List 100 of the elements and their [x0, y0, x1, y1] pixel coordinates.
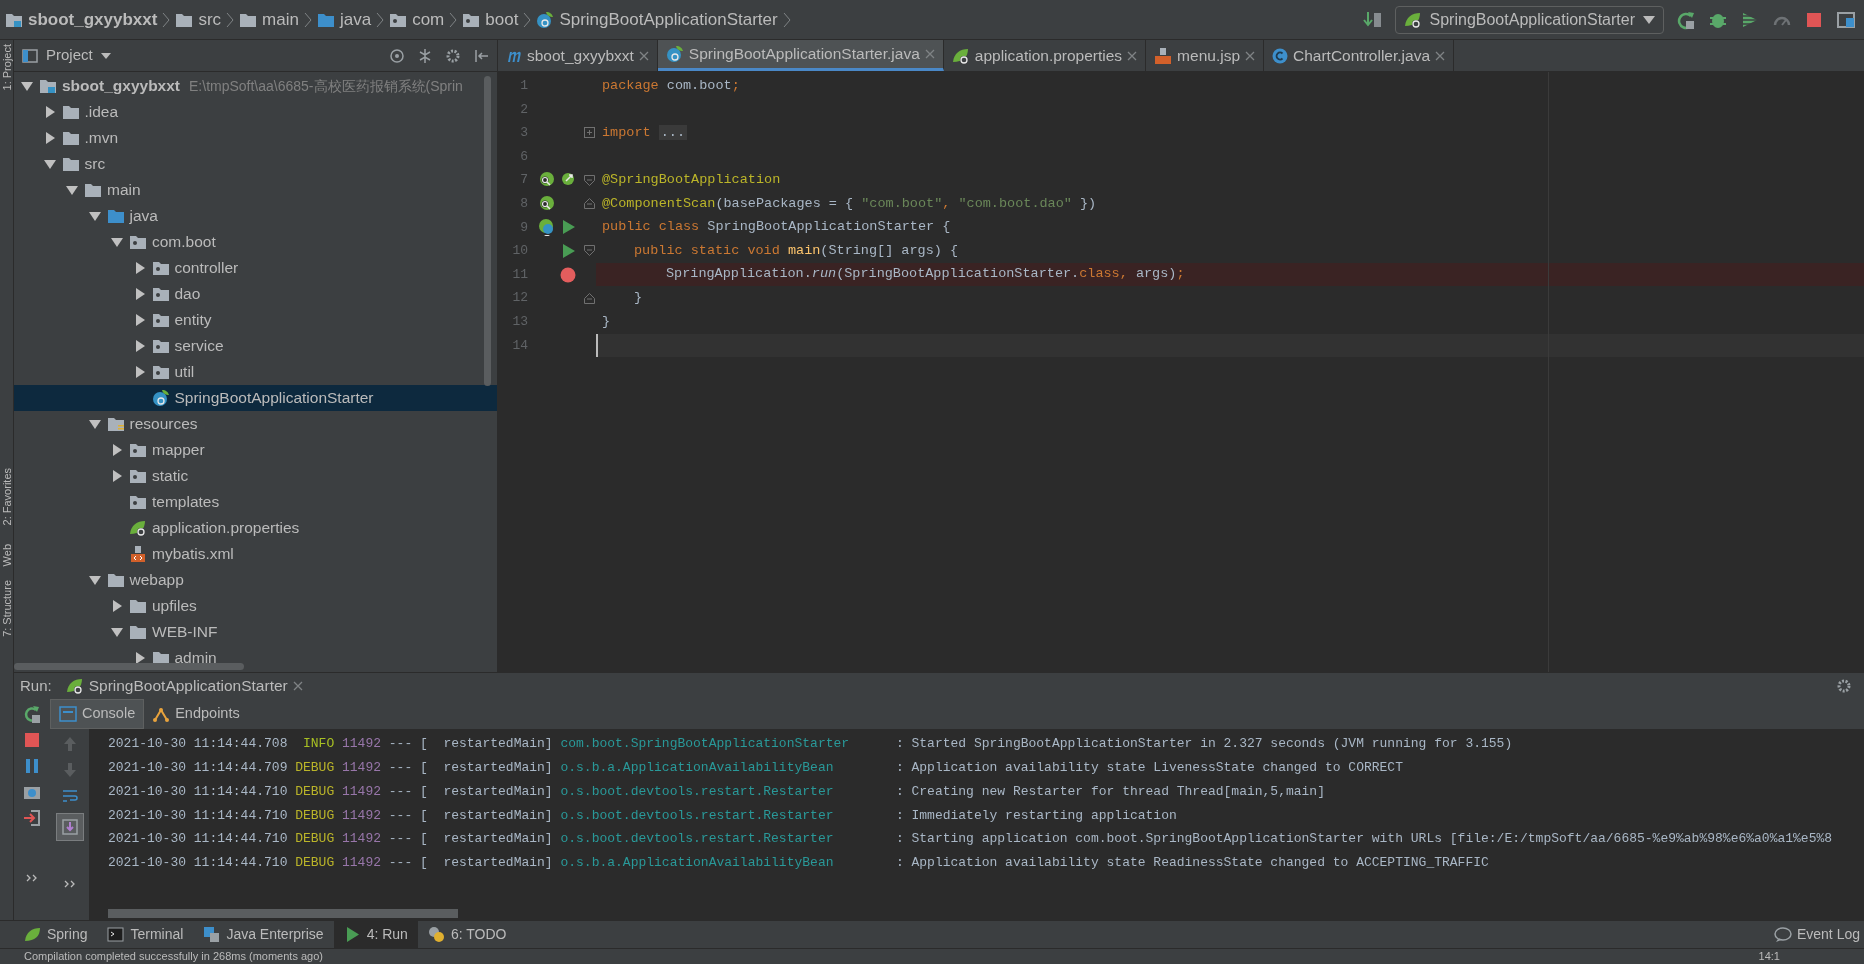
breadcrumb-item[interactable]: src [170, 6, 227, 33]
package-folder-icon [129, 234, 147, 250]
package-folder-icon [129, 468, 147, 484]
project-structure-button[interactable] [1836, 9, 1856, 30]
rerun-icon [1676, 9, 1696, 30]
tree-item[interactable]: mybatis.xml [14, 541, 497, 567]
spring-class-icon [536, 10, 555, 29]
tool-window-tab[interactable]: 2: Favorites [0, 468, 13, 526]
tree-item[interactable]: java [14, 203, 497, 229]
locate-button[interactable] [389, 47, 405, 64]
close-icon [924, 49, 935, 59]
tree-item[interactable]: mapper [14, 437, 497, 463]
exit-button[interactable] [23, 809, 41, 827]
tree-item[interactable]: upfiles [14, 593, 497, 619]
console-tab[interactable]: Endpoints [144, 699, 248, 729]
panel-icon [22, 47, 38, 64]
log-thread: [ restartedMain] [420, 735, 554, 754]
tree-item[interactable]: src [14, 151, 497, 177]
tree-item[interactable]: sboot_gxyybxxt E:\tmpSoft\aa\6685-高校医药报销系统(Sprin [14, 73, 497, 99]
tree-item[interactable]: resources [14, 411, 497, 437]
line-number: 9 [519, 218, 528, 237]
console-tab[interactable]: Console [50, 699, 145, 729]
breadcrumb-item[interactable]: sboot_gxyybxxt [0, 6, 163, 33]
jsp-file-icon [1154, 46, 1173, 65]
fold-end-icon [583, 198, 595, 210]
breadcrumb-item[interactable]: com [384, 6, 450, 33]
tool-window-button[interactable]: Spring [14, 921, 98, 948]
tree-item[interactable]: service [14, 333, 497, 359]
log-message: : Starting application com.boot.SpringBootApplicationStarter with URLs [file:/E:/tmpSoft/aa/6685-%e9%ab%98%e6%a0%a1%e5%8 [895, 830, 1833, 849]
breadcrumb-item[interactable]: SpringBootApplicationStarter [531, 6, 783, 33]
folder-icon [61, 130, 80, 146]
folder-icon [84, 182, 102, 198]
hide-button[interactable] [473, 47, 489, 64]
tree-item[interactable]: entity [14, 307, 497, 333]
chevron-icon [376, 10, 385, 29]
settings-button[interactable] [445, 47, 461, 64]
folder-icon [106, 572, 125, 588]
breadcrumb-item[interactable]: boot [457, 6, 524, 33]
tree-item[interactable]: util [14, 359, 497, 385]
tool-window-tab[interactable]: Web [0, 543, 13, 567]
tree-item[interactable]: webapp [14, 567, 497, 593]
tree-item[interactable]: WEB-INF [14, 619, 497, 645]
log-level: DEBUG [295, 806, 335, 825]
scrollbar[interactable] [14, 663, 244, 670]
scrollbar[interactable] [108, 909, 458, 918]
pause-button[interactable] [23, 757, 41, 775]
collapse-button[interactable] [417, 47, 433, 64]
tree-item[interactable]: application.properties [14, 515, 497, 541]
exit-icon [23, 809, 41, 827]
enterprise-icon [203, 926, 221, 943]
tool-window-tab[interactable]: 1: Project [0, 44, 13, 91]
scrollbar[interactable] [484, 76, 491, 386]
line-number: 7 [519, 171, 528, 190]
project-folder-icon [5, 11, 23, 28]
project-view-dropdown[interactable]: Project [22, 44, 111, 67]
spring-class-gutter-button[interactable] [538, 218, 556, 237]
folder-icon [61, 104, 80, 120]
tool-window-button[interactable]: Terminal [97, 921, 194, 948]
tool-window-tab[interactable]: 7: Structure [0, 580, 13, 638]
line-number: 8 [519, 195, 528, 213]
tree-item[interactable]: .idea [14, 99, 497, 125]
expanded-arrow-icon [87, 210, 102, 222]
breadcrumb-item[interactable]: java [311, 6, 377, 33]
breadcrumb-item[interactable]: main [234, 6, 304, 33]
event-log-button[interactable]: Event Log [1773, 921, 1864, 948]
log-thread: [ restartedMain] [420, 806, 554, 825]
tree-item[interactable]: SpringBootApplicationStarter [14, 385, 497, 411]
tool-window-button[interactable]: 6: TODO [417, 921, 517, 948]
tree-item[interactable]: .mvn [14, 125, 497, 151]
rerun-button[interactable] [23, 705, 41, 723]
breakpoint-icon [560, 266, 576, 283]
log-timestamp: 2021-10-30 11:14:44.710 [108, 830, 289, 849]
tree-item[interactable]: dao [14, 281, 497, 307]
expanded-arrow-icon [110, 236, 124, 248]
settings-icon [445, 47, 461, 64]
run-config-dropdown[interactable]: SpringBootApplicationStarter [1394, 5, 1664, 34]
tree-item[interactable]: com.boot [14, 229, 497, 255]
tree-item[interactable]: static [14, 463, 497, 489]
folder-icon [129, 624, 147, 640]
log-separator: --- [388, 735, 414, 754]
tree-item[interactable]: controller [14, 255, 497, 281]
tree-item[interactable]: main [14, 177, 497, 203]
stop-button[interactable] [23, 731, 41, 749]
tree-item[interactable]: templates [14, 489, 497, 515]
line-number: 1 [519, 77, 528, 96]
leaf-icon [24, 926, 41, 943]
rerun-button[interactable] [1676, 9, 1696, 30]
package-folder-icon [151, 260, 170, 276]
line-number: 14 [511, 336, 528, 355]
endpoints-icon [152, 705, 171, 723]
scroll-to-end-button[interactable] [55, 813, 84, 841]
cursor-position[interactable]: 14:1 [1758, 948, 1780, 964]
soft-wrap-button[interactable] [60, 787, 79, 805]
code-line: } [601, 312, 612, 331]
tool-window-button[interactable]: Java Enterprise [193, 921, 334, 948]
bean-search-gutter-button[interactable] [538, 194, 556, 213]
code-line: public class SpringBootApplicationStarter { [601, 218, 952, 237]
tool-window-button[interactable]: 4: Run [333, 921, 418, 948]
class-icon [1272, 47, 1288, 64]
editor-tab[interactable]: SpringBootApplicationStarter.java [657, 40, 944, 71]
